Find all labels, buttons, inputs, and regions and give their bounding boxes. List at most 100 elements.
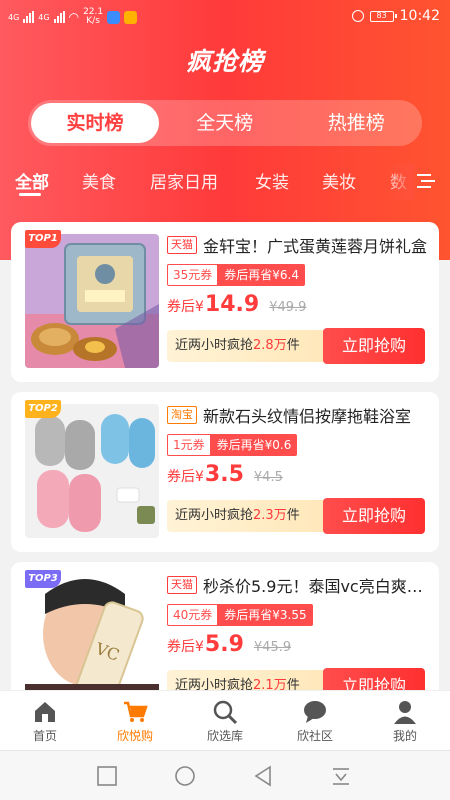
nav-profile[interactable]: 我的 — [360, 691, 450, 750]
rank-badge: TOP2 — [25, 400, 61, 418]
price: 14.9 — [204, 292, 260, 317]
status-right: 83 10:42 — [351, 8, 440, 24]
rank-badge: TOP3 — [25, 570, 61, 588]
alarm-icon — [351, 10, 364, 22]
coupon-row: 1元券 券后再省¥0.6 — [167, 434, 429, 456]
signal-icon-2 — [53, 11, 65, 23]
video-app-icon — [124, 10, 138, 24]
home-icon — [35, 702, 55, 722]
original-price: ¥45.9 — [253, 640, 292, 655]
status-left: 4G 4G ◠ 22.1 K/s — [8, 7, 138, 26]
product-card-1[interactable]: TOP1 天猫 金轩宝！广式蛋黄莲蓉月饼礼盒 35元券 券后再省¥6.4 券后¥… — [11, 222, 439, 382]
price-row: 券后¥ 5.9 ¥45.9 — [167, 632, 429, 662]
category-tab-food[interactable]: 美食 — [82, 168, 116, 193]
nav-xinshequ[interactable]: 欣社区 — [270, 691, 360, 750]
menu-icon[interactable] — [416, 172, 436, 190]
nav-profile-label: 我的 — [392, 729, 417, 743]
price: 5.9 — [204, 632, 244, 657]
browser-app-icon — [107, 10, 121, 24]
back-icon[interactable] — [252, 765, 274, 787]
product-image-slippers[interactable] — [25, 404, 159, 538]
nav-home-label: 首页 — [32, 729, 57, 743]
coupon-row: 35元券 券后再省¥6.4 — [167, 264, 429, 286]
category-active-indicator — [19, 193, 41, 196]
recent-apps-icon[interactable] — [96, 765, 118, 787]
price-row: 券后¥ 14.9 ¥49.9 — [167, 292, 429, 322]
profile-icon — [394, 701, 416, 724]
coupon-amount: 35元券 — [167, 264, 219, 286]
buy-row: 近两小时疯抢2.3万件 立即抢购 — [167, 498, 425, 534]
coupon-amount: 1元券 — [167, 434, 211, 456]
product-info: 天猫 金轩宝！广式蛋黄莲蓉月饼礼盒 35元券 券后再省¥6.4 券后¥ 14.9… — [167, 232, 429, 322]
price-prefix: 券后¥ — [167, 639, 204, 655]
sold-suffix: 件 — [286, 508, 300, 523]
sold-prefix: 近两小时疯抢 — [175, 508, 254, 523]
category-fade — [384, 164, 414, 200]
notification-pulldown-icon[interactable] — [330, 765, 352, 787]
network-type-1: 4G — [8, 12, 20, 22]
product-info: 淘宝 新款石头纹情侣按摩拖鞋浴室 1元券 券后再省¥0.6 券后¥ 3.5 ¥4… — [167, 402, 429, 492]
sold-prefix: 近两小时疯抢 — [175, 338, 254, 353]
clock: 10:42 — [399, 8, 440, 24]
product-title[interactable]: 金轩宝！广式蛋黄莲蓉月饼礼盒 — [203, 233, 427, 257]
ranking-segment-control: 实时榜 全天榜 热推榜 — [28, 100, 422, 146]
chat-icon — [304, 701, 326, 723]
product-title[interactable]: 秒杀价5.9元！泰国vc亮白爽肤水 — [203, 573, 429, 597]
network-speed: 22.1 K/s — [83, 7, 104, 26]
product-card-2[interactable]: TOP2 淘宝 新款石头纹情侣按摩拖鞋浴室 1元券 券后再省¥0.6 券后¥ 3… — [11, 392, 439, 552]
sold-number: 2.3万 — [253, 508, 287, 523]
product-image-toner[interactable]: VC — [25, 574, 159, 708]
nav-xinyuegou-label: 欣悦购 — [116, 729, 153, 743]
battery-icon: 83 — [369, 10, 397, 22]
page-title: 疯抢榜 — [185, 47, 264, 76]
title-row: 天猫 金轩宝！广式蛋黄莲蓉月饼礼盒 — [167, 232, 429, 258]
status-bar: 4G 4G ◠ 22.1 K/s 83 10:42 — [0, 0, 450, 34]
platform-badge-tmall: 天猫 — [167, 576, 197, 594]
bottom-nav: 首页 欣悦购 欣选库 欣社区 我的 — [0, 690, 450, 750]
system-nav-bar — [0, 750, 450, 800]
title-row: 淘宝 新款石头纹情侣按摩拖鞋浴室 — [167, 402, 429, 428]
buy-now-button[interactable]: 立即抢购 — [323, 328, 425, 364]
price-prefix: 券后¥ — [167, 299, 204, 315]
coupon-row: 40元券 券后再省¥3.55 — [167, 604, 429, 626]
home-button-icon[interactable] — [174, 765, 196, 787]
nav-xinshequ-label: 欣社区 — [296, 729, 333, 743]
network-type-2: 4G — [38, 12, 50, 22]
product-image-mooncake[interactable] — [25, 234, 159, 368]
category-tab-home[interactable]: 居家日用 — [150, 168, 218, 193]
category-tab-beauty[interactable]: 美妆 — [322, 168, 356, 193]
nav-xinyuegou[interactable]: 欣悦购 — [90, 691, 180, 750]
price-row: 券后¥ 3.5 ¥4.5 — [167, 462, 429, 492]
wifi-icon: ◠ — [68, 10, 80, 24]
nav-xinxuanku[interactable]: 欣选库 — [180, 691, 270, 750]
nav-xinxuanku-label: 欣选库 — [206, 729, 243, 743]
segment-allday[interactable]: 全天榜 — [159, 100, 291, 146]
price-prefix: 券后¥ — [167, 469, 204, 485]
segment-hot[interactable]: 热推榜 — [291, 100, 423, 146]
buy-now-button[interactable]: 立即抢购 — [323, 498, 425, 534]
buy-row: 近两小时疯抢2.8万件 立即抢购 — [167, 328, 425, 364]
segment-realtime[interactable]: 实时榜 — [31, 103, 159, 143]
sold-suffix: 件 — [286, 338, 300, 353]
sold-count: 近两小时疯抢2.8万件 — [167, 330, 337, 362]
nav-home[interactable]: 首页 — [0, 691, 90, 750]
extra-savings: 券后再省¥6.4 — [218, 264, 306, 286]
product-title[interactable]: 新款石头纹情侣按摩拖鞋浴室 — [203, 403, 411, 427]
product-info: 天猫 秒杀价5.9元！泰国vc亮白爽肤水 40元券 券后再省¥3.55 券后¥ … — [167, 572, 429, 662]
sold-number: 2.8万 — [253, 338, 287, 353]
extra-savings: 券后再省¥0.6 — [210, 434, 298, 456]
search-icon — [213, 700, 238, 725]
coupon-amount: 40元券 — [167, 604, 219, 626]
title-row: 天猫 秒杀价5.9元！泰国vc亮白爽肤水 — [167, 572, 429, 598]
category-tabs: 全部 美食 居家日用 女装 美妆 数 — [0, 164, 450, 200]
signal-icon — [23, 11, 35, 23]
cart-icon — [124, 701, 148, 722]
price: 3.5 — [204, 462, 244, 487]
platform-badge-tmall: 天猫 — [167, 236, 197, 254]
category-tab-women[interactable]: 女装 — [255, 168, 289, 193]
extra-savings: 券后再省¥3.55 — [218, 604, 313, 626]
sold-count: 近两小时疯抢2.3万件 — [167, 500, 337, 532]
rank-badge: TOP1 — [25, 230, 61, 248]
original-price: ¥4.5 — [253, 470, 283, 485]
category-tab-all[interactable]: 全部 — [15, 168, 49, 193]
